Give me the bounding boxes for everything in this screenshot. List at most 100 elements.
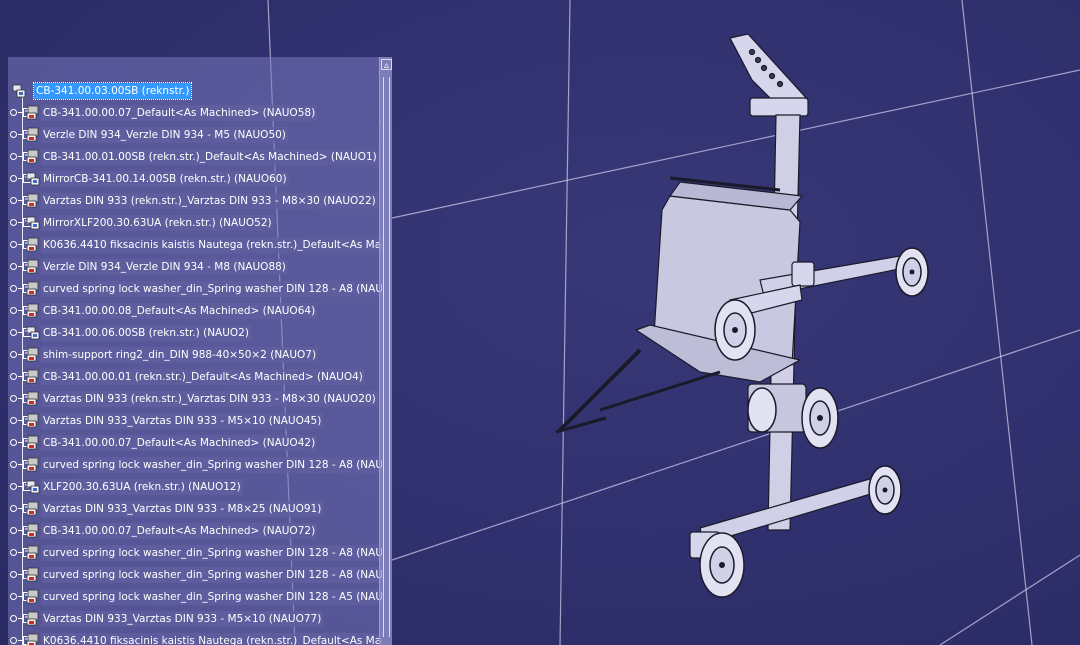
tree-item[interactable]: +MirrorCB-341.00.14.00SB (rekn.str.) (NA… bbox=[8, 169, 380, 189]
tree-root-label: CB-341.00.03.00SB (reknstr.) bbox=[32, 82, 193, 100]
tree-scrollbar[interactable]: ▵ bbox=[379, 57, 392, 645]
tree-item[interactable]: +curved spring lock washer_din_Spring wa… bbox=[8, 543, 382, 563]
tree-node-dot bbox=[10, 131, 17, 138]
tree-item-label: CB-341.00.00.07_Default<As Machined> (NA… bbox=[41, 105, 318, 121]
tree-item[interactable]: +Verzle DIN 934_Verzle DIN 934 - M5 (NAU… bbox=[8, 125, 380, 145]
part-icon bbox=[26, 237, 40, 252]
assembly-icon bbox=[26, 479, 40, 494]
tree-item-label: Verzle DIN 934_Verzle DIN 934 - M8 (NAUO… bbox=[41, 259, 288, 275]
tree-item-label: Verzle DIN 934_Verzle DIN 934 - M5 (NAUO… bbox=[41, 127, 288, 143]
part-icon bbox=[26, 259, 40, 274]
tree-item-label: shim-support ring2_din_DIN 988-40×50×2 (… bbox=[41, 347, 319, 363]
part-icon bbox=[26, 589, 40, 604]
tree-node-dot bbox=[10, 483, 17, 490]
tree-item[interactable]: +curved spring lock washer_din_Spring wa… bbox=[8, 279, 382, 299]
part-icon bbox=[26, 545, 40, 560]
scroll-up-arrow-icon[interactable]: ▵ bbox=[381, 59, 392, 71]
tree-node-dot bbox=[10, 307, 17, 314]
tree-item[interactable]: +curved spring lock washer_din_Spring wa… bbox=[8, 455, 382, 475]
assembly-icon bbox=[26, 215, 40, 230]
tree-item[interactable]: +CB-341.00.00.07_Default<As Machined> (N… bbox=[8, 433, 380, 453]
tree-item-label: CB-341.00.06.00SB (rekn.str.) (NAUO2) bbox=[41, 325, 251, 341]
tree-item-label: CB-341.00.01.00SB (rekn.str.)_Default<As… bbox=[41, 149, 379, 165]
tree-item-label: Varztas DIN 933_Varztas DIN 933 - M5×10 … bbox=[41, 413, 324, 429]
tree-item[interactable]: +Varztas DIN 933 (rekn.str.)_Varztas DIN… bbox=[8, 191, 380, 211]
tree-item-label: curved spring lock washer_din_Spring was… bbox=[41, 545, 382, 561]
part-icon bbox=[26, 501, 40, 516]
part-icon bbox=[26, 567, 40, 582]
tree-item-label: curved spring lock washer_din_Spring was… bbox=[41, 589, 382, 605]
scroll-thumb[interactable] bbox=[383, 77, 390, 637]
part-icon bbox=[26, 523, 40, 538]
tree-item-label: K0636.4410 fiksacinis kaistis Nautega (r… bbox=[41, 633, 382, 645]
tree-node-dot bbox=[10, 373, 17, 380]
tree-item[interactable]: +CB-341.00.01.00SB (rekn.str.)_Default<A… bbox=[8, 147, 380, 167]
assembly-icon bbox=[12, 83, 26, 98]
assembly-icon bbox=[26, 325, 40, 340]
part-icon bbox=[26, 413, 40, 428]
tree-node-dot bbox=[10, 263, 17, 270]
part-icon bbox=[26, 633, 40, 645]
tree-item[interactable]: +CB-341.00.00.01 (rekn.str.)_Default<As … bbox=[8, 367, 380, 387]
tree-item-label: CB-341.00.00.07_Default<As Machined> (NA… bbox=[41, 435, 318, 451]
part-icon bbox=[26, 281, 40, 296]
tree-item-label: curved spring lock washer_din_Spring was… bbox=[41, 457, 382, 473]
part-icon bbox=[26, 303, 40, 318]
tree-node-dot bbox=[10, 615, 17, 622]
assembly-icon bbox=[26, 171, 40, 186]
tree-node-dot bbox=[10, 461, 17, 468]
tree-item-label: Varztas DIN 933_Varztas DIN 933 - M5×10 … bbox=[41, 611, 324, 627]
tree-root-item[interactable]: CB-341.00.03.00SB (reknstr.) bbox=[8, 81, 380, 101]
tree-item-label: curved spring lock washer_din_Spring was… bbox=[41, 281, 382, 297]
tree-item[interactable]: +K0636.4410 fiksacinis kaistis Nautega (… bbox=[8, 631, 382, 645]
part-icon bbox=[26, 369, 40, 384]
part-icon bbox=[26, 457, 40, 472]
tree-node-dot bbox=[10, 505, 17, 512]
tree-item[interactable]: +MirrorXLF200.30.63UA (rekn.str.) (NAUO5… bbox=[8, 213, 380, 233]
tree-item-label: CB-341.00.00.07_Default<As Machined> (NA… bbox=[41, 523, 318, 539]
tree-node-dot bbox=[10, 197, 17, 204]
part-icon bbox=[26, 347, 40, 362]
tree-item[interactable]: +Verzle DIN 934_Verzle DIN 934 - M8 (NAU… bbox=[8, 257, 380, 277]
tree-item-label: CB-341.00.00.01 (rekn.str.)_Default<As M… bbox=[41, 369, 365, 385]
tree-item[interactable]: +Varztas DIN 933_Varztas DIN 933 - M5×10… bbox=[8, 411, 380, 431]
tree-item[interactable]: +shim-support ring2_din_DIN 988-40×50×2 … bbox=[8, 345, 380, 365]
tree-item[interactable]: +CB-341.00.06.00SB (rekn.str.) (NAUO2) bbox=[8, 323, 380, 343]
tree-node-dot bbox=[10, 571, 17, 578]
tree-item[interactable]: +XLF200.30.63UA (rekn.str.) (NAUO12) bbox=[8, 477, 380, 497]
tree-item-label: curved spring lock washer_din_Spring was… bbox=[41, 567, 382, 583]
tree-item[interactable]: +CB-341.00.00.07_Default<As Machined> (N… bbox=[8, 103, 380, 123]
tree-item[interactable]: +CB-341.00.00.08_Default<As Machined> (N… bbox=[8, 301, 380, 321]
part-icon bbox=[26, 391, 40, 406]
tree-item-label: XLF200.30.63UA (rekn.str.) (NAUO12) bbox=[41, 479, 243, 495]
part-icon bbox=[26, 193, 40, 208]
tree-item-label: CB-341.00.00.08_Default<As Machined> (NA… bbox=[41, 303, 318, 319]
tree-item-label: MirrorCB-341.00.14.00SB (rekn.str.) (NAU… bbox=[41, 171, 289, 187]
tree-node-dot bbox=[10, 417, 17, 424]
tree-item-label: MirrorXLF200.30.63UA (rekn.str.) (NAUO52… bbox=[41, 215, 274, 231]
part-icon bbox=[26, 611, 40, 626]
tree-node-dot bbox=[10, 285, 17, 292]
tree-node-dot bbox=[10, 395, 17, 402]
tree-node-dot bbox=[10, 175, 17, 182]
tree-node-dot bbox=[10, 219, 17, 226]
tree-item[interactable]: +K0636.4410 fiksacinis kaistis Nautega (… bbox=[8, 235, 382, 255]
tree-node-dot bbox=[10, 109, 17, 116]
tree-item[interactable]: +curved spring lock washer_din_Spring wa… bbox=[8, 565, 382, 585]
tree-node-dot bbox=[10, 637, 17, 644]
tree-item[interactable]: +Varztas DIN 933_Varztas DIN 933 - M5×10… bbox=[8, 609, 380, 629]
part-icon bbox=[26, 435, 40, 450]
tree-node-dot bbox=[10, 329, 17, 336]
tree-item[interactable]: +Varztas DIN 933_Varztas DIN 933 - M8×25… bbox=[8, 499, 380, 519]
tree-item[interactable]: +curved spring lock washer_din_Spring wa… bbox=[8, 587, 382, 607]
tree-item-label: K0636.4410 fiksacinis kaistis Nautega (r… bbox=[41, 237, 382, 253]
tree-item-label: Varztas DIN 933 (rekn.str.)_Varztas DIN … bbox=[41, 193, 378, 209]
specification-tree[interactable]: CB-341.00.03.00SB (reknstr.) +CB-341.00.0… bbox=[8, 57, 392, 645]
tree-item[interactable]: +Varztas DIN 933 (rekn.str.)_Varztas DIN… bbox=[8, 389, 380, 409]
tree-node-dot bbox=[10, 549, 17, 556]
part-icon bbox=[26, 149, 40, 164]
tree-item-label: Varztas DIN 933 (rekn.str.)_Varztas DIN … bbox=[41, 391, 378, 407]
tree-node-dot bbox=[10, 439, 17, 446]
tree-item[interactable]: +CB-341.00.00.07_Default<As Machined> (N… bbox=[8, 521, 380, 541]
tree-node-dot bbox=[10, 527, 17, 534]
